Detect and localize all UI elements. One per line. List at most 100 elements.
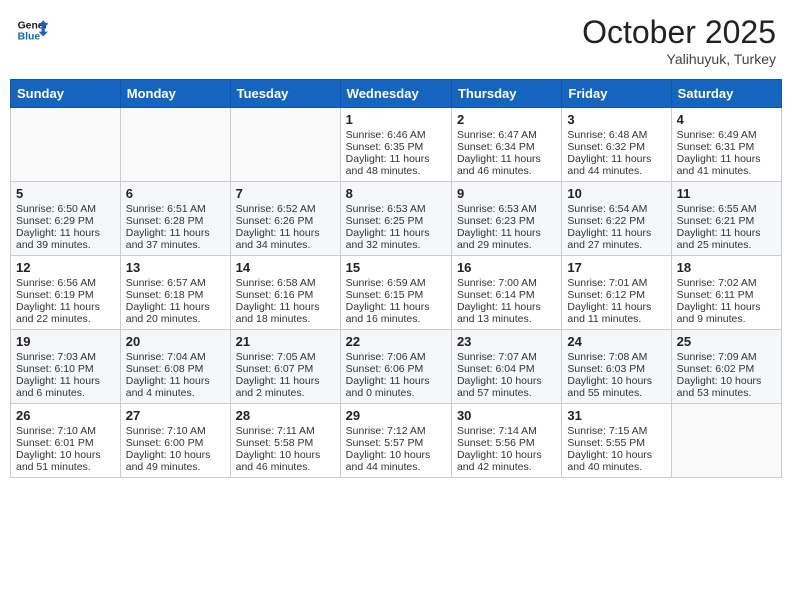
day-info-line: and 39 minutes. <box>16 239 115 251</box>
day-number: 19 <box>16 334 115 349</box>
day-info-line: Daylight: 11 hours <box>677 301 776 313</box>
day-info-line: Sunrise: 6:58 AM <box>236 277 335 289</box>
calendar-day-cell: 9Sunrise: 6:53 AMSunset: 6:23 PMDaylight… <box>451 182 561 256</box>
day-info-line: Sunset: 6:32 PM <box>567 141 665 153</box>
weekday-header-saturday: Saturday <box>671 80 781 108</box>
day-info-line: Sunrise: 7:09 AM <box>677 351 776 363</box>
day-number: 21 <box>236 334 335 349</box>
day-number: 31 <box>567 408 665 423</box>
weekday-header-friday: Friday <box>562 80 671 108</box>
day-info-line: and 40 minutes. <box>567 461 665 473</box>
calendar-day-cell <box>120 108 230 182</box>
day-info-line: Sunset: 6:29 PM <box>16 215 115 227</box>
day-info-line: and 29 minutes. <box>457 239 556 251</box>
day-info-line: Sunrise: 7:01 AM <box>567 277 665 289</box>
calendar-day-cell: 26Sunrise: 7:10 AMSunset: 6:01 PMDayligh… <box>11 404 121 478</box>
day-info-line: Daylight: 11 hours <box>16 375 115 387</box>
day-info-line: Sunset: 5:56 PM <box>457 437 556 449</box>
day-number: 26 <box>16 408 115 423</box>
day-info-line: Sunset: 6:35 PM <box>346 141 446 153</box>
day-info-line: Daylight: 11 hours <box>346 301 446 313</box>
day-info-line: Daylight: 10 hours <box>236 449 335 461</box>
day-info-line: and 6 minutes. <box>16 387 115 399</box>
calendar-day-cell: 25Sunrise: 7:09 AMSunset: 6:02 PMDayligh… <box>671 330 781 404</box>
calendar-day-cell: 10Sunrise: 6:54 AMSunset: 6:22 PMDayligh… <box>562 182 671 256</box>
calendar-table: SundayMondayTuesdayWednesdayThursdayFrid… <box>10 79 782 478</box>
calendar-day-cell <box>230 108 340 182</box>
day-number: 28 <box>236 408 335 423</box>
day-info-line: Sunset: 6:12 PM <box>567 289 665 301</box>
day-number: 27 <box>126 408 225 423</box>
day-number: 7 <box>236 186 335 201</box>
day-info-line: Sunrise: 7:14 AM <box>457 425 556 437</box>
day-number: 30 <box>457 408 556 423</box>
day-info-line: Sunrise: 6:52 AM <box>236 203 335 215</box>
day-info-line: and 57 minutes. <box>457 387 556 399</box>
day-info-line: and 32 minutes. <box>346 239 446 251</box>
calendar-day-cell: 31Sunrise: 7:15 AMSunset: 5:55 PMDayligh… <box>562 404 671 478</box>
day-number: 12 <box>16 260 115 275</box>
day-info-line: and 4 minutes. <box>126 387 225 399</box>
day-info-line: Sunrise: 7:10 AM <box>16 425 115 437</box>
day-info-line: Sunrise: 7:06 AM <box>346 351 446 363</box>
day-info-line: Sunrise: 7:03 AM <box>16 351 115 363</box>
calendar-day-cell: 8Sunrise: 6:53 AMSunset: 6:25 PMDaylight… <box>340 182 451 256</box>
day-info-line: Sunrise: 6:47 AM <box>457 129 556 141</box>
day-info-line: Sunset: 6:18 PM <box>126 289 225 301</box>
day-info-line: Sunset: 5:58 PM <box>236 437 335 449</box>
calendar-day-cell: 29Sunrise: 7:12 AMSunset: 5:57 PMDayligh… <box>340 404 451 478</box>
day-info-line: and 48 minutes. <box>346 165 446 177</box>
day-info-line: Sunrise: 6:50 AM <box>16 203 115 215</box>
day-info-line: Daylight: 11 hours <box>346 375 446 387</box>
day-number: 16 <box>457 260 556 275</box>
day-info-line: Daylight: 11 hours <box>16 227 115 239</box>
calendar-day-cell: 27Sunrise: 7:10 AMSunset: 6:00 PMDayligh… <box>120 404 230 478</box>
calendar-day-cell <box>671 404 781 478</box>
day-info-line: and 53 minutes. <box>677 387 776 399</box>
day-info-line: Sunrise: 7:04 AM <box>126 351 225 363</box>
logo: General Blue <box>16 14 48 46</box>
day-info-line: Daylight: 11 hours <box>567 153 665 165</box>
day-info-line: Sunrise: 7:08 AM <box>567 351 665 363</box>
day-info-line: Sunset: 5:57 PM <box>346 437 446 449</box>
page-header: General Blue October 2025 Yalihuyuk, Tur… <box>10 10 782 71</box>
calendar-day-cell: 23Sunrise: 7:07 AMSunset: 6:04 PMDayligh… <box>451 330 561 404</box>
day-number: 14 <box>236 260 335 275</box>
calendar-day-cell <box>11 108 121 182</box>
day-number: 8 <box>346 186 446 201</box>
svg-text:Blue: Blue <box>18 32 41 43</box>
calendar-day-cell: 5Sunrise: 6:50 AMSunset: 6:29 PMDaylight… <box>11 182 121 256</box>
day-info-line: Daylight: 11 hours <box>346 153 446 165</box>
day-info-line: Sunset: 6:10 PM <box>16 363 115 375</box>
day-info-line: Sunset: 6:25 PM <box>346 215 446 227</box>
calendar-week-row: 1Sunrise: 6:46 AMSunset: 6:35 PMDaylight… <box>11 108 782 182</box>
day-info-line: Sunset: 6:26 PM <box>236 215 335 227</box>
day-info-line: Daylight: 11 hours <box>236 227 335 239</box>
day-info-line: Sunset: 6:15 PM <box>346 289 446 301</box>
day-info-line: Daylight: 11 hours <box>567 227 665 239</box>
day-info-line: Sunrise: 6:48 AM <box>567 129 665 141</box>
day-number: 24 <box>567 334 665 349</box>
day-number: 3 <box>567 112 665 127</box>
month-title: October 2025 <box>582 14 776 51</box>
day-info-line: Sunrise: 7:12 AM <box>346 425 446 437</box>
calendar-week-row: 19Sunrise: 7:03 AMSunset: 6:10 PMDayligh… <box>11 330 782 404</box>
calendar-day-cell: 15Sunrise: 6:59 AMSunset: 6:15 PMDayligh… <box>340 256 451 330</box>
day-info-line: Daylight: 10 hours <box>567 449 665 461</box>
day-info-line: Daylight: 11 hours <box>126 375 225 387</box>
day-info-line: Daylight: 11 hours <box>236 375 335 387</box>
day-info-line: and 51 minutes. <box>16 461 115 473</box>
day-info-line: and 44 minutes. <box>346 461 446 473</box>
day-number: 29 <box>346 408 446 423</box>
calendar-day-cell: 20Sunrise: 7:04 AMSunset: 6:08 PMDayligh… <box>120 330 230 404</box>
day-info-line: Daylight: 10 hours <box>457 449 556 461</box>
day-info-line: Sunset: 6:07 PM <box>236 363 335 375</box>
day-info-line: Daylight: 10 hours <box>567 375 665 387</box>
calendar-day-cell: 24Sunrise: 7:08 AMSunset: 6:03 PMDayligh… <box>562 330 671 404</box>
day-number: 4 <box>677 112 776 127</box>
day-info-line: and 11 minutes. <box>567 313 665 325</box>
day-info-line: Daylight: 11 hours <box>457 153 556 165</box>
day-info-line: and 22 minutes. <box>16 313 115 325</box>
day-info-line: Daylight: 11 hours <box>567 301 665 313</box>
day-info-line: Sunrise: 7:05 AM <box>236 351 335 363</box>
